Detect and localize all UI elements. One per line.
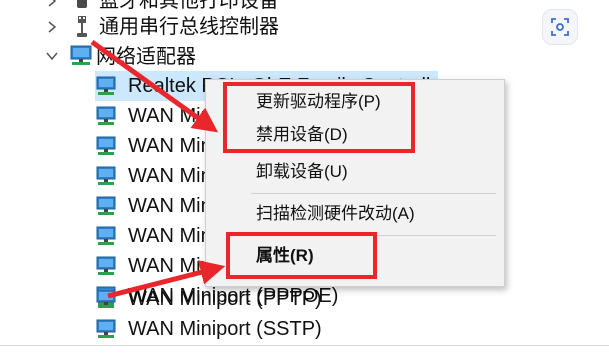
divider [0, 345, 609, 346]
lens-scan-button[interactable] [542, 9, 578, 45]
lens-scan-icon [551, 18, 569, 36]
annotation-arrows [90, 39, 226, 299]
arrow-to-properties [107, 260, 226, 299]
arrow-to-menu [90, 39, 219, 133]
